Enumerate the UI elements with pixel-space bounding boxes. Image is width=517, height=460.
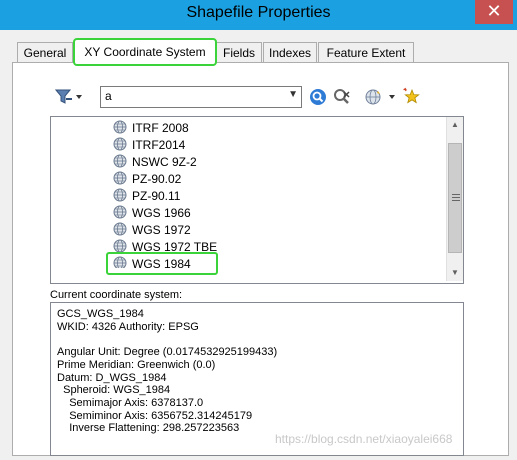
tab-xy-coordinate-system[interactable]: XY Coordinate System bbox=[73, 38, 217, 66]
tab-indexes[interactable]: Indexes bbox=[263, 42, 317, 63]
info-line: Inverse Flattening: 298.257223563 bbox=[57, 422, 240, 435]
info-line: GCS_WGS_1984 bbox=[57, 308, 144, 320]
current-system-label: Current coordinate system: bbox=[50, 289, 183, 301]
info-line: Angular Unit: Degree (0.0174532925199433… bbox=[57, 346, 278, 359]
close-button[interactable]: ✕ bbox=[475, 0, 513, 24]
info-line: WKID: 4326 Authority: EPSG bbox=[57, 320, 199, 333]
tree-item[interactable]: PZ-90.02 bbox=[113, 171, 181, 187]
search-combo[interactable]: a ▼ bbox=[100, 86, 302, 108]
globe-icon bbox=[113, 239, 127, 253]
info-line: Semiminor Axis: 6356752.314245179 bbox=[57, 409, 253, 422]
tree-item-label: ITRF 2008 bbox=[132, 121, 189, 135]
globe-icon bbox=[113, 137, 127, 151]
tree-item-label: WGS 1966 bbox=[132, 206, 191, 220]
filter-icon[interactable] bbox=[54, 88, 83, 109]
tree-scrollbar[interactable]: ▲ ▼ bbox=[446, 117, 463, 281]
tree-item[interactable]: ITRF2014 bbox=[113, 137, 185, 153]
magnifier-icon[interactable] bbox=[309, 88, 327, 109]
title-bar: Shapefile Properties ✕ bbox=[0, 0, 517, 30]
scroll-thumb[interactable] bbox=[448, 143, 462, 253]
window-title: Shapefile Properties bbox=[186, 4, 331, 21]
info-line: Datum: D_WGS_1984 bbox=[57, 371, 167, 384]
tab-general[interactable]: General bbox=[17, 42, 73, 63]
tree-item[interactable]: ITRF 2008 bbox=[113, 120, 189, 136]
tab-fields[interactable]: Fields bbox=[216, 42, 262, 63]
tree-item-label: PZ-90.02 bbox=[132, 172, 182, 186]
tree-item-label: NSWC 9Z-2 bbox=[132, 155, 197, 169]
favorite-star-icon[interactable] bbox=[403, 87, 421, 108]
scroll-down-icon[interactable]: ▼ bbox=[447, 265, 463, 281]
globe-add-icon[interactable] bbox=[365, 88, 399, 109]
globe-icon bbox=[113, 205, 127, 219]
tree-item[interactable]: WGS 1966 bbox=[113, 205, 191, 221]
globe-icon bbox=[113, 120, 127, 134]
chevron-down-icon[interactable]: ▼ bbox=[288, 89, 298, 100]
tab-feature-extent[interactable]: Feature Extent bbox=[318, 42, 414, 63]
tree-item-label: ITRF2014 bbox=[132, 138, 186, 152]
clear-search-icon[interactable] bbox=[333, 88, 351, 109]
selected-highlight bbox=[106, 252, 218, 275]
globe-icon bbox=[113, 222, 127, 236]
globe-icon bbox=[113, 154, 127, 168]
info-line: Spheroid: WGS_1984 bbox=[57, 384, 171, 397]
globe-icon bbox=[113, 171, 127, 185]
tree-item[interactable]: WGS 1972 bbox=[113, 222, 191, 238]
info-line: Semimajor Axis: 6378137.0 bbox=[57, 396, 204, 409]
tree-item-label: PZ-90.11 bbox=[132, 189, 181, 203]
tree-item[interactable]: PZ-90.11 bbox=[113, 188, 180, 204]
globe-icon bbox=[113, 188, 127, 202]
watermark: https://blog.csdn.net/xiaoyalei668 bbox=[275, 432, 453, 446]
tree-item-label: WGS 1972 bbox=[132, 223, 191, 237]
info-line: Prime Meridian: Greenwich (0.0) bbox=[57, 358, 216, 371]
tree-item[interactable]: NSWC 9Z-2 bbox=[113, 154, 197, 170]
scroll-up-icon[interactable]: ▲ bbox=[447, 117, 463, 133]
search-value: a bbox=[105, 89, 112, 103]
